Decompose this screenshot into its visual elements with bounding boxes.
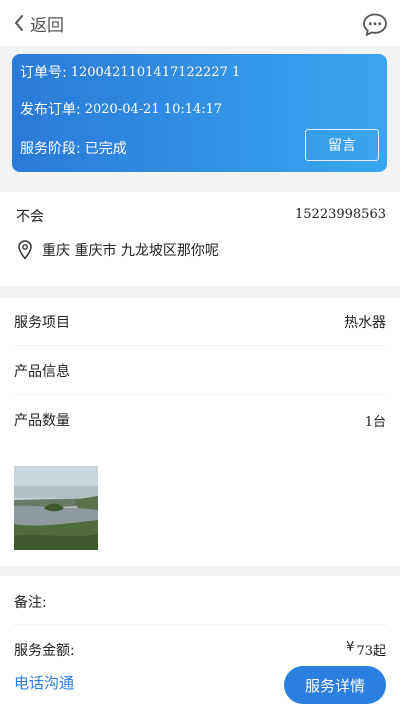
service-stage-label: 服务阶段: [20,141,81,157]
currency-symbol: ¥ [346,640,355,655]
service-details-button[interactable]: 服务详情 [284,666,386,704]
service-item-label: 服务项目 [14,314,70,331]
address-text: 重庆 重庆市 九龙坡区那你呢 [42,243,219,259]
contact-name: 不会 [16,209,44,225]
product-info-row: 产品信息 [14,347,386,395]
service-photo-thumbnail[interactable] [14,466,98,550]
leave-message-button[interactable]: 留言 [305,129,379,161]
order-date-row: 发布订单: 2020-04-21 10:14:17 [20,99,222,119]
order-number-label: 订单号: [20,65,67,81]
service-stage-row: 服务阶段: 已完成 [20,138,127,158]
photo-section [0,444,400,566]
product-quantity-row: 产品数量 1台 [14,396,386,444]
service-amount-label: 服务金额: [14,643,75,659]
contact-phone[interactable]: 15223998563 [295,207,386,222]
order-date-value: 2020-04-21 10:14:17 [84,101,223,117]
back-button[interactable]: 返回 [14,10,64,36]
product-info-label: 产品信息 [14,363,70,380]
chat-bubble-icon [363,13,387,36]
product-quantity-label: 产品数量 [14,413,70,429]
order-date-label: 发布订单: [20,102,81,118]
service-stage-value: 已完成 [84,141,127,157]
chevron-left-icon [15,15,23,31]
service-item-row: 服务项目 热水器 [14,298,386,346]
top-bar: 返回 [0,0,400,46]
contact-section: 不会 15223998563 重庆 重庆市 九龙坡区那你呢 [0,192,400,286]
location-pin-icon [18,240,32,260]
phone-contact-link[interactable]: 电话沟通 [14,672,74,693]
remark-label: 备注: [14,595,47,611]
divider [14,624,386,625]
service-item-value: 热水器 [344,314,386,331]
message-button[interactable] [362,12,388,38]
order-number-value: 1200421101417122227 1 [70,64,241,80]
bottom-section: 备注: 服务金额: ¥ 73起 电话沟通 服务详情 [0,576,400,710]
amount-number: 73起 [356,644,386,659]
service-amount-value: ¥ 73起 [346,640,386,659]
order-status-card: 订单号: 1200421101417122227 1 发布订单: 2020-04… [12,54,387,172]
address-row: 重庆 重庆市 九龙坡区那你呢 [18,240,219,260]
service-info-section: 服务项目 热水器 产品信息 产品数量 1台 [0,298,400,444]
order-number-row: 订单号: 1200421101417122227 1 [20,62,240,82]
product-quantity-value: 1台 [364,414,386,430]
back-label: 返回 [30,15,64,36]
